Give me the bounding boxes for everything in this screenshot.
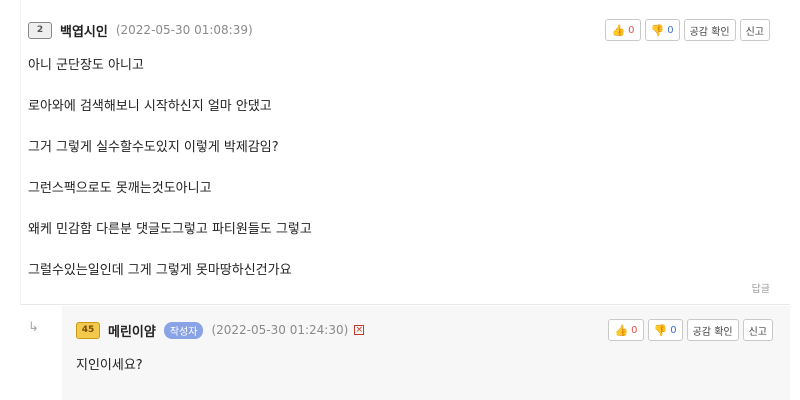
like-count: 0 (631, 324, 638, 336)
reply-date: (2022-05-30 01:24:30) (211, 323, 349, 337)
reply-nickname[interactable]: 메린이얌 (108, 321, 156, 340)
comment-actions: 👍 0 👎 0 공감 확인 신고 (605, 19, 770, 41)
comment-body: 아니 군단장도 아니고 로아와에 검색해보니 시작하신지 얼마 안댔고 그거 그… (28, 56, 312, 302)
comment-date: (2022-05-30 01:08:39) (115, 23, 253, 37)
thumbs-up-icon: 👍 (614, 323, 629, 337)
thumbs-down-icon: 👎 (650, 23, 665, 37)
report-button[interactable]: 신고 (742, 319, 773, 341)
comment-header: 2 백엽시인 (2022-05-30 01:08:39) (28, 18, 253, 42)
comment-line: 아니 군단장도 아니고 (28, 58, 144, 73)
reply-arrow-icon: ↳ (28, 320, 39, 335)
comment-line: 그럴수있는일인데 그게 그렇게 못마땅하신건가요 (28, 263, 292, 278)
thumbs-up-icon: 👍 (611, 23, 626, 37)
reply-comment: 45 메린이얌 작성자 (2022-05-30 01:24:30) × 👍 0 … (62, 306, 790, 400)
reply-link[interactable]: 답글 (752, 280, 770, 295)
like-button[interactable]: 👍 0 (608, 319, 644, 341)
like-count: 0 (628, 24, 635, 36)
comment-line: 왜케 민감함 다른분 댓글도그렇고 파티원들도 그렇고 (28, 222, 312, 237)
dislike-count: 0 (670, 324, 677, 336)
reply-actions: 👍 0 👎 0 공감 확인 신고 (608, 319, 773, 341)
empathy-check-button[interactable]: 공감 확인 (683, 19, 736, 41)
reply-body: 지인이세요? (76, 356, 143, 397)
dislike-button[interactable]: 👎 0 (647, 319, 683, 341)
comment-nickname[interactable]: 백엽시인 (60, 21, 108, 40)
delete-icon[interactable]: × (354, 325, 365, 335)
report-button[interactable]: 신고 (739, 19, 770, 41)
empathy-check-button[interactable]: 공감 확인 (686, 319, 739, 341)
dislike-button[interactable]: 👎 0 (644, 19, 680, 41)
comment-line: 그런스팩으로도 못깨는것도아니고 (28, 181, 212, 196)
like-button[interactable]: 👍 0 (605, 19, 641, 41)
comment-line: 그거 그렇게 실수할수도있지 이렇게 박제감임? (28, 140, 279, 155)
level-icon: 2 (28, 21, 52, 39)
dislike-count: 0 (667, 24, 674, 36)
comment-line: 로아와에 검색해보니 시작하신지 얼마 안댔고 (28, 99, 272, 114)
reply-header: 45 메린이얌 작성자 (2022-05-30 01:24:30) × (76, 318, 365, 342)
comment: 2 백엽시인 (2022-05-30 01:08:39) 👍 0 👎 0 공감 … (20, 0, 790, 305)
level-icon: 45 (76, 321, 100, 339)
author-badge: 작성자 (163, 321, 204, 339)
reply-text: 지인이세요? (76, 358, 143, 373)
thumbs-down-icon: 👎 (653, 323, 668, 337)
